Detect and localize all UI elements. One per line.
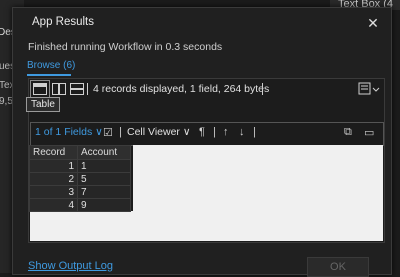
grid-empty-area: [30, 211, 133, 241]
split-layout-icon[interactable]: [52, 83, 66, 95]
column-header-account[interactable]: Account: [77, 145, 131, 160]
table-row[interactable]: 2 5: [29, 172, 131, 186]
layout-tooltip: Table: [26, 97, 60, 112]
tab-active-indicator: [27, 74, 71, 76]
table-row[interactable]: 3 7: [29, 185, 131, 199]
grid-empty-area: [133, 145, 383, 241]
document-icon[interactable]: ▭: [364, 126, 374, 139]
arrow-down-icon[interactable]: ↓: [239, 126, 245, 138]
column-header-record[interactable]: Record: [29, 145, 78, 160]
table-row[interactable]: 4 9: [29, 198, 131, 212]
dialog-title: App Results: [32, 16, 95, 28]
record-number: 4: [29, 198, 78, 212]
account-cell[interactable]: 5: [77, 172, 131, 186]
results-panel: 4 records displayed, 1 field, 264 bytes …: [28, 78, 385, 243]
account-cell[interactable]: 9: [77, 198, 131, 212]
toolbar-divider: [262, 83, 263, 95]
check-square-icon[interactable]: ☑: [103, 126, 113, 139]
fields-dropdown[interactable]: 1 of 1 Fields ∨: [35, 126, 103, 138]
show-output-log-link[interactable]: Show Output Log: [28, 260, 113, 272]
ok-button[interactable]: OK: [307, 257, 369, 277]
record-number: 2: [29, 172, 78, 186]
records-summary: 4 records displayed, 1 field, 264 bytes: [93, 83, 270, 95]
app-results-dialog: App Results ✕ Finished running Workflow …: [12, 7, 392, 277]
record-number: 1: [29, 159, 78, 173]
toolbar-divider: |: [119, 126, 122, 138]
toolbar-divider: |: [213, 126, 216, 138]
toolbar-divider: |: [253, 126, 256, 138]
cell-viewer-dropdown[interactable]: Cell Viewer ∨: [127, 126, 191, 138]
results-table: Record Account 1 1 2 5 3 7 4 9: [29, 145, 131, 212]
record-number: 3: [29, 185, 78, 199]
close-icon[interactable]: ✕: [363, 13, 383, 33]
account-cell[interactable]: 1: [77, 159, 131, 173]
table-row[interactable]: 1 1: [29, 159, 131, 173]
run-status-text: Finished running Workflow in 0.3 seconds: [28, 41, 223, 53]
table-layout-icon[interactable]: [30, 80, 50, 98]
grid-toolbar: 1 of 1 Fields ∨ ☑ | Cell Viewer ∨ ¶ | ↑ …: [30, 122, 384, 146]
results-toolbar: 4 records displayed, 1 field, 264 bytes: [29, 79, 384, 101]
tab-browse[interactable]: Browse (6): [27, 60, 75, 71]
account-cell[interactable]: 7: [77, 185, 131, 199]
toolbar-divider: [87, 83, 88, 95]
rows-layout-icon[interactable]: [70, 83, 84, 95]
list-options-icon: [358, 82, 380, 95]
copy-icon[interactable]: ⧉: [344, 126, 352, 139]
options-menu-button[interactable]: [358, 82, 380, 96]
paragraph-icon[interactable]: ¶: [199, 126, 205, 138]
arrow-up-icon[interactable]: ↑: [223, 126, 229, 138]
